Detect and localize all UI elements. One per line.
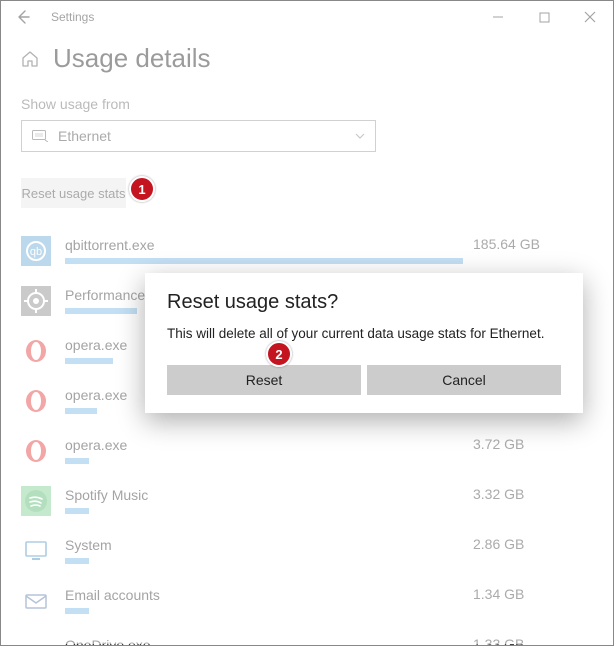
usage-from-label: Show usage from <box>21 96 593 112</box>
usage-bar <box>65 308 137 314</box>
minimize-icon <box>492 11 504 23</box>
dialog-cancel-button[interactable]: Cancel <box>367 365 561 395</box>
page-title: Usage details <box>53 43 211 74</box>
reset-usage-stats-button[interactable]: Reset usage stats <box>21 178 126 208</box>
usage-bar <box>65 408 97 414</box>
app-row[interactable]: Spotify Music3.32 GB <box>21 486 593 532</box>
app-icon-qb: qb <box>21 236 51 266</box>
app-icon-sp <box>21 486 51 516</box>
app-icon-op <box>21 386 51 416</box>
app-name: Spotify Music <box>65 486 463 504</box>
app-name: System <box>65 536 463 554</box>
app-icon-od <box>21 636 51 646</box>
usage-bar <box>65 458 89 464</box>
app-size: 1.33 GB <box>463 636 593 646</box>
dialog-reset-button[interactable]: Reset <box>167 365 361 395</box>
ethernet-icon <box>32 130 48 142</box>
app-row[interactable]: System2.86 GB <box>21 536 593 582</box>
app-row[interactable]: OneDrive.exe1.33 GB <box>21 636 593 646</box>
window-title: Settings <box>45 10 94 24</box>
app-name: qbittorrent.exe <box>65 236 463 254</box>
usage-bar <box>65 358 113 364</box>
app-icon-op <box>21 336 51 366</box>
maximize-icon <box>539 12 550 23</box>
app-size: 2.86 GB <box>463 536 593 552</box>
dialog-body: This will delete all of your current dat… <box>167 326 561 341</box>
app-row[interactable]: Email accounts1.34 GB <box>21 586 593 632</box>
dialog-reset-label: Reset <box>246 372 283 388</box>
minimize-button[interactable] <box>475 1 521 33</box>
maximize-button[interactable] <box>521 1 567 33</box>
usage-bar <box>65 258 463 264</box>
back-button[interactable] <box>1 1 45 33</box>
dialog-cancel-label: Cancel <box>442 372 486 388</box>
app-row[interactable]: opera.exe3.72 GB <box>21 436 593 482</box>
app-name: OneDrive.exe <box>65 636 463 646</box>
app-icon-op <box>21 436 51 466</box>
usage-bar <box>65 558 89 564</box>
app-size: 1.34 GB <box>463 586 593 602</box>
back-arrow-icon <box>15 9 31 25</box>
annotation-1: 1 <box>129 176 155 202</box>
network-select-value: Ethernet <box>58 128 111 144</box>
app-size: 3.72 GB <box>463 436 593 452</box>
home-icon[interactable] <box>21 50 39 68</box>
app-size: 3.32 GB <box>463 486 593 502</box>
annotation-2: 2 <box>266 341 292 367</box>
close-button[interactable] <box>567 1 613 33</box>
app-icon-sys <box>21 536 51 566</box>
app-icon-mail <box>21 586 51 616</box>
svg-text:qb: qb <box>30 246 42 258</box>
page-header: Usage details <box>21 43 613 74</box>
dialog-title: Reset usage stats? <box>167 291 561 314</box>
app-name: Email accounts <box>65 586 463 604</box>
network-select[interactable]: Ethernet <box>21 120 376 152</box>
close-icon <box>584 11 596 23</box>
reset-usage-stats-label: Reset usage stats <box>21 186 125 201</box>
chevron-down-icon <box>355 133 365 139</box>
reset-confirm-dialog: Reset usage stats? This will delete all … <box>145 273 583 413</box>
usage-bar <box>65 508 89 514</box>
usage-bar <box>65 608 89 614</box>
app-name: opera.exe <box>65 436 463 454</box>
app-icon-pt <box>21 286 51 316</box>
app-size: 185.64 GB <box>463 236 593 252</box>
title-bar: Settings <box>1 1 613 33</box>
